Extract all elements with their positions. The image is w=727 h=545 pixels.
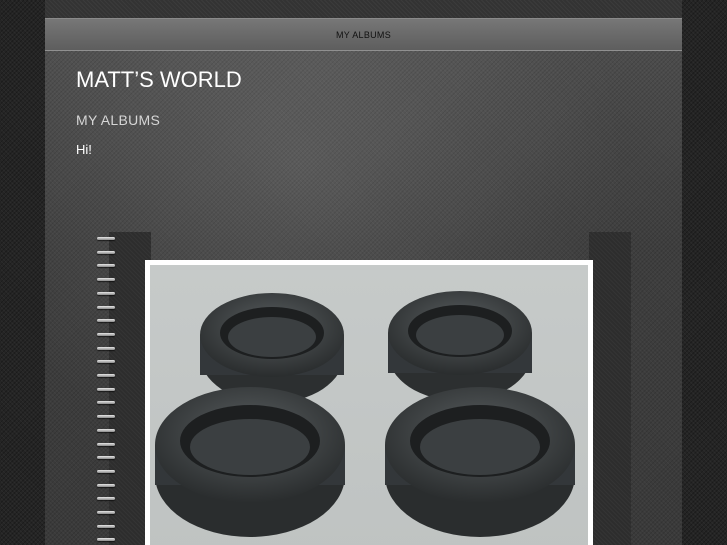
photo-album — [93, 230, 633, 545]
photo-frame — [145, 260, 593, 545]
spiral-ring — [95, 332, 117, 338]
spiral-ring — [95, 305, 117, 311]
spiral-ring — [95, 277, 117, 283]
tire-front-left — [155, 387, 345, 537]
spiral-ring — [95, 318, 117, 324]
main-navigation: MY ALBUMS — [45, 18, 682, 51]
album-spiral-binding — [95, 236, 117, 545]
intro-text: Hi! — [76, 142, 92, 157]
tire-back-right — [388, 291, 532, 401]
tire-front-right — [385, 387, 575, 537]
top-strip — [45, 0, 682, 18]
spiral-ring — [95, 510, 117, 516]
spiral-ring — [95, 291, 117, 297]
spiral-ring — [95, 496, 117, 502]
site-title[interactable]: MATT’S WORLD — [76, 67, 242, 93]
spiral-ring — [95, 400, 117, 406]
album-photo[interactable] — [150, 265, 588, 545]
spiral-ring — [95, 442, 117, 448]
spiral-ring — [95, 469, 117, 475]
spiral-ring — [95, 483, 117, 489]
spiral-ring — [95, 346, 117, 352]
spiral-ring — [95, 373, 117, 379]
spiral-ring — [95, 414, 117, 420]
nav-item-my-albums[interactable]: MY ALBUMS — [336, 30, 391, 40]
page-heading: MY ALBUMS — [76, 112, 161, 128]
spiral-ring — [95, 236, 117, 242]
spiral-ring — [95, 359, 117, 365]
spiral-ring — [95, 263, 117, 269]
spiral-ring — [95, 387, 117, 393]
spiral-ring — [95, 428, 117, 434]
spiral-ring — [95, 250, 117, 256]
spiral-ring — [95, 524, 117, 530]
spiral-ring — [95, 537, 117, 543]
tire-back-left — [200, 293, 344, 403]
spiral-ring — [95, 455, 117, 461]
album-right-panel — [589, 232, 631, 545]
page-container: MY ALBUMS MATT’S WORLD MY ALBUMS Hi! — [45, 0, 682, 545]
tires-photo-image — [150, 265, 588, 545]
